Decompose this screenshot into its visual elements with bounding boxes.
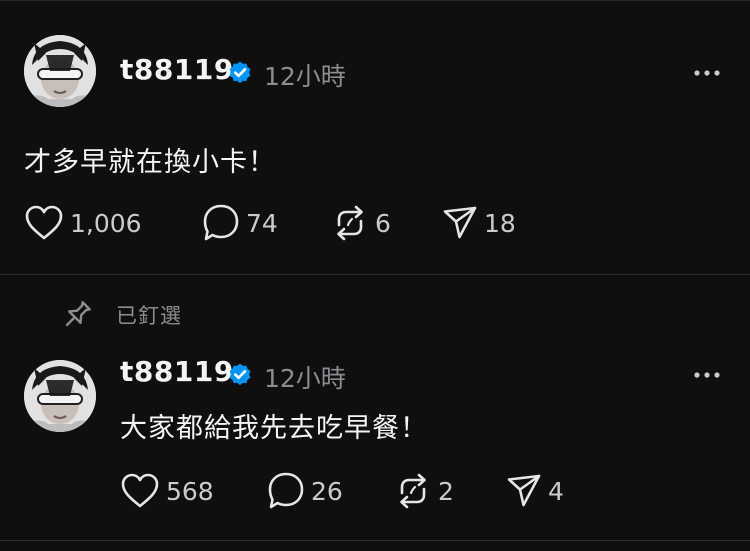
comment-button[interactable]: 26 bbox=[267, 471, 343, 511]
verified-badge-icon bbox=[229, 363, 251, 386]
comment-count: 74 bbox=[246, 208, 278, 238]
comment-count: 26 bbox=[311, 476, 343, 506]
like-button[interactable]: 568 bbox=[120, 471, 214, 511]
share-button[interactable]: 4 bbox=[506, 471, 564, 511]
like-count: 1,006 bbox=[70, 208, 142, 238]
heart-icon bbox=[25, 205, 63, 240]
share-button[interactable]: 18 bbox=[442, 203, 516, 243]
divider bbox=[0, 540, 750, 541]
avatar[interactable] bbox=[24, 360, 96, 432]
repost-icon bbox=[337, 205, 363, 241]
comment-icon bbox=[203, 204, 239, 241]
post-text: 才多早就在換小卡！ bbox=[24, 147, 276, 178]
post-text: 大家都給我先去吃早餐！ bbox=[120, 413, 428, 444]
heart-icon bbox=[121, 473, 159, 508]
pinned-indicator: 已釘選 bbox=[60, 299, 182, 331]
more-options-icon[interactable] bbox=[693, 68, 721, 78]
share-count: 18 bbox=[484, 208, 516, 238]
comment-icon bbox=[268, 472, 304, 509]
username[interactable]: t88119 bbox=[120, 355, 234, 388]
verified-badge-icon bbox=[229, 61, 251, 84]
share-icon bbox=[443, 206, 477, 239]
repost-icon bbox=[400, 473, 426, 509]
pin-icon bbox=[65, 301, 91, 327]
username[interactable]: t88119 bbox=[120, 53, 234, 86]
timestamp[interactable]: 12小時 bbox=[264, 359, 346, 395]
like-button[interactable]: 1,006 bbox=[24, 203, 142, 243]
post[interactable]: 已釘選 t88119 12小時 大家都給我先去吃早餐！ 568 26 2 4 bbox=[0, 274, 750, 541]
post[interactable]: t88119 12小時 才多早就在換小卡！ 1,006 74 6 18 bbox=[0, 0, 750, 275]
comment-button[interactable]: 74 bbox=[202, 203, 278, 243]
share-count: 4 bbox=[548, 476, 564, 506]
repost-count: 6 bbox=[375, 208, 391, 238]
repost-button[interactable]: 2 bbox=[394, 471, 454, 511]
more-options-icon[interactable] bbox=[693, 370, 721, 380]
like-count: 568 bbox=[166, 476, 214, 506]
pinned-label: 已釘選 bbox=[116, 304, 182, 328]
repost-button[interactable]: 6 bbox=[331, 203, 391, 243]
avatar[interactable] bbox=[24, 35, 96, 107]
repost-count: 2 bbox=[438, 476, 454, 506]
timestamp[interactable]: 12小時 bbox=[264, 57, 346, 93]
share-icon bbox=[507, 474, 541, 507]
